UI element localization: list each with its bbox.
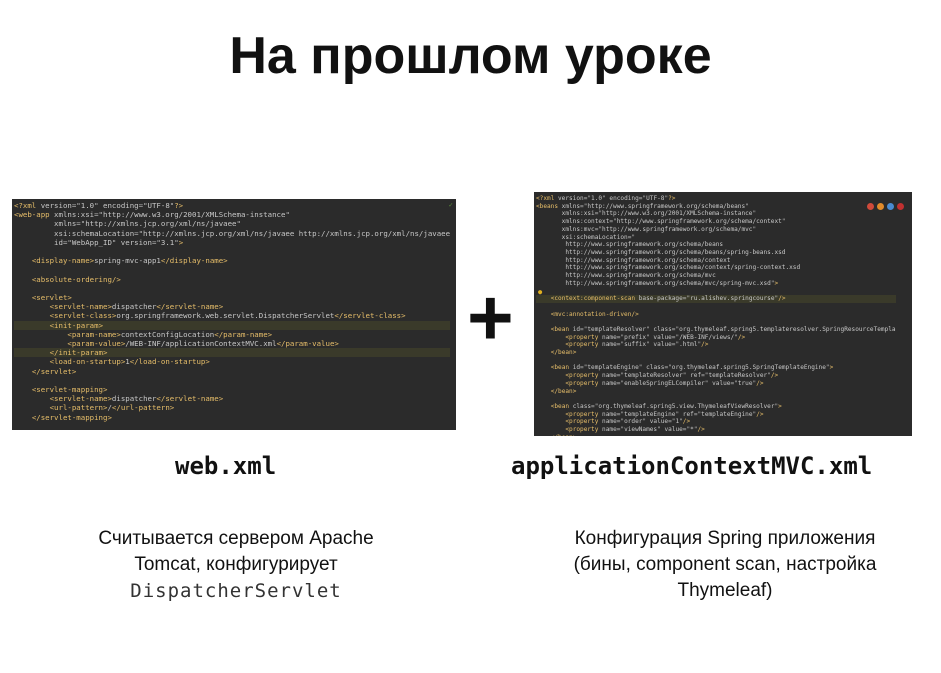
code-line: id="WebApp_ID" version="3.1"> bbox=[14, 237, 184, 247]
web-xml-description: Считывается сервером Apache Tomcat, конф… bbox=[40, 526, 432, 604]
firefox-icon bbox=[877, 203, 884, 210]
code-line: <load-on-startup>1</load-on-startup> bbox=[49, 357, 210, 367]
code-line: http://www.springframework.org/schema/co… bbox=[536, 264, 801, 272]
web-xml-code: <?xml version="1.0" encoding="UTF-8"?> <w… bbox=[14, 201, 451, 430]
code-line: <property name="enableSpringELCompiler" … bbox=[565, 379, 764, 387]
desc-line: Tomcat, конфигурирует bbox=[134, 554, 338, 575]
code-line: </bean> bbox=[550, 349, 577, 357]
web-xml-code-screenshot: <?xml version="1.0" encoding="UTF-8"?> <w… bbox=[12, 199, 456, 430]
code-line: <property name="prefix" value="/WEB-INF/… bbox=[565, 333, 746, 341]
code-line: <display-name>spring-mvc-app1</display-n… bbox=[31, 256, 228, 266]
code-line: xsi:schemaLocation=" bbox=[536, 233, 636, 241]
desc-mono-line: DispatcherServlet bbox=[130, 580, 342, 602]
code-line: <web-app xmlns:xsi="http://www.w3.org/20… bbox=[14, 210, 290, 220]
application-context-description: Конфигурация Spring приложения (бины, co… bbox=[515, 526, 935, 604]
slide-title: На прошлом уроке bbox=[229, 27, 712, 85]
code-line: http://www.springframework.org/schema/be… bbox=[536, 248, 786, 256]
desc-line: Конфигурация Spring приложения bbox=[574, 528, 876, 549]
plus-sign: + bbox=[467, 273, 514, 362]
desc-line: Thymeleaf) bbox=[677, 580, 773, 601]
opera-icon bbox=[897, 203, 904, 210]
code-line: xmlns:xsi="http://www.w3.org/2001/XMLSch… bbox=[536, 210, 757, 218]
desc-line: (бины, component scan, настройка bbox=[573, 554, 877, 575]
code-line: <servlet-class>org.springframework.web.s… bbox=[49, 311, 406, 321]
code-line: http://www.springframework.org/schema/mv… bbox=[536, 272, 716, 280]
code-line: <servlet-name>dispatcher</servlet-name> bbox=[49, 302, 224, 312]
web-xml-filename: web.xml bbox=[175, 452, 277, 480]
chrome-icon bbox=[867, 203, 874, 210]
safari-icon bbox=[887, 203, 894, 210]
desc-line: Считывается сервером Apache bbox=[98, 528, 374, 549]
code-line: <property name="templateResolver" ref="t… bbox=[565, 372, 779, 380]
browser-icons bbox=[867, 203, 904, 210]
code-line: <context:component-scan base-package="ru… bbox=[536, 295, 896, 303]
code-line: <property name="suffix" value=".html"/> bbox=[565, 341, 709, 349]
code-line: <absolute-ordering/> bbox=[31, 274, 121, 284]
code-line: <?xml version="1.0" encoding="UTF-8"?> bbox=[536, 195, 676, 202]
lightbulb-icon: ● bbox=[538, 288, 543, 296]
code-line: <servlet-mapping> bbox=[31, 385, 108, 395]
application-context-filename: applicationContextMVC.xml bbox=[511, 452, 873, 480]
code-line: <bean id="templateEngine" class="org.thy… bbox=[550, 364, 834, 372]
code-line: <mvc:annotation-driven/> bbox=[550, 310, 639, 318]
code-line: <?xml version="1.0" encoding="UTF-8"?> bbox=[14, 201, 184, 210]
code-line: </init-param> bbox=[14, 348, 451, 358]
code-line: <property name="viewNames" value="*"/> bbox=[565, 426, 705, 434]
code-line: <property name="order" value="1"/> bbox=[565, 418, 691, 426]
code-line: <bean id="templateResolver" class="org.t… bbox=[550, 325, 896, 333]
code-line: </bean> bbox=[536, 434, 896, 436]
code-line: http://www.springframework.org/schema/mv… bbox=[536, 279, 779, 287]
code-line: xmlns="http://xmlns.jcp.org/xml/ns/javae… bbox=[14, 219, 241, 229]
check-icon: ✓ bbox=[448, 201, 453, 209]
code-line: </servlet> bbox=[31, 366, 77, 376]
code-line: <servlet-name>dispatcher</servlet-name> bbox=[49, 394, 224, 404]
code-line: <beans xmlns="http://www.springframework… bbox=[536, 202, 749, 210]
code-line: xmlns:context="http://www.springframewor… bbox=[536, 218, 786, 226]
code-line: <url-pattern>/</url-pattern> bbox=[49, 403, 175, 413]
code-line: </bean> bbox=[550, 387, 577, 395]
code-line: <init-param> bbox=[14, 320, 451, 330]
application-context-code: <?xml version="1.0" encoding="UTF-8"?> <b… bbox=[536, 195, 896, 436]
code-line: http://www.springframework.org/schema/be… bbox=[536, 241, 724, 249]
code-line: http://www.springframework.org/schema/co… bbox=[536, 256, 731, 264]
code-line: <bean class="org.thymeleaf.spring5.view.… bbox=[550, 402, 782, 410]
application-context-code-screenshot: <?xml version="1.0" encoding="UTF-8"?> <b… bbox=[534, 192, 912, 436]
code-line: <servlet> bbox=[31, 293, 72, 303]
code-line: <property name="templateEngine" ref="tem… bbox=[565, 410, 764, 418]
code-line: <param-name>contextConfigLocation</param… bbox=[67, 329, 273, 339]
code-line: </servlet-mapping> bbox=[31, 412, 112, 422]
code-line: <param-value>/WEB-INF/applicationContext… bbox=[67, 339, 339, 349]
code-line: xsi:schemaLocation="http://xmlns.jcp.org… bbox=[14, 228, 451, 238]
code-line: xmlns:mvc="http://www.springframework.or… bbox=[536, 225, 757, 233]
